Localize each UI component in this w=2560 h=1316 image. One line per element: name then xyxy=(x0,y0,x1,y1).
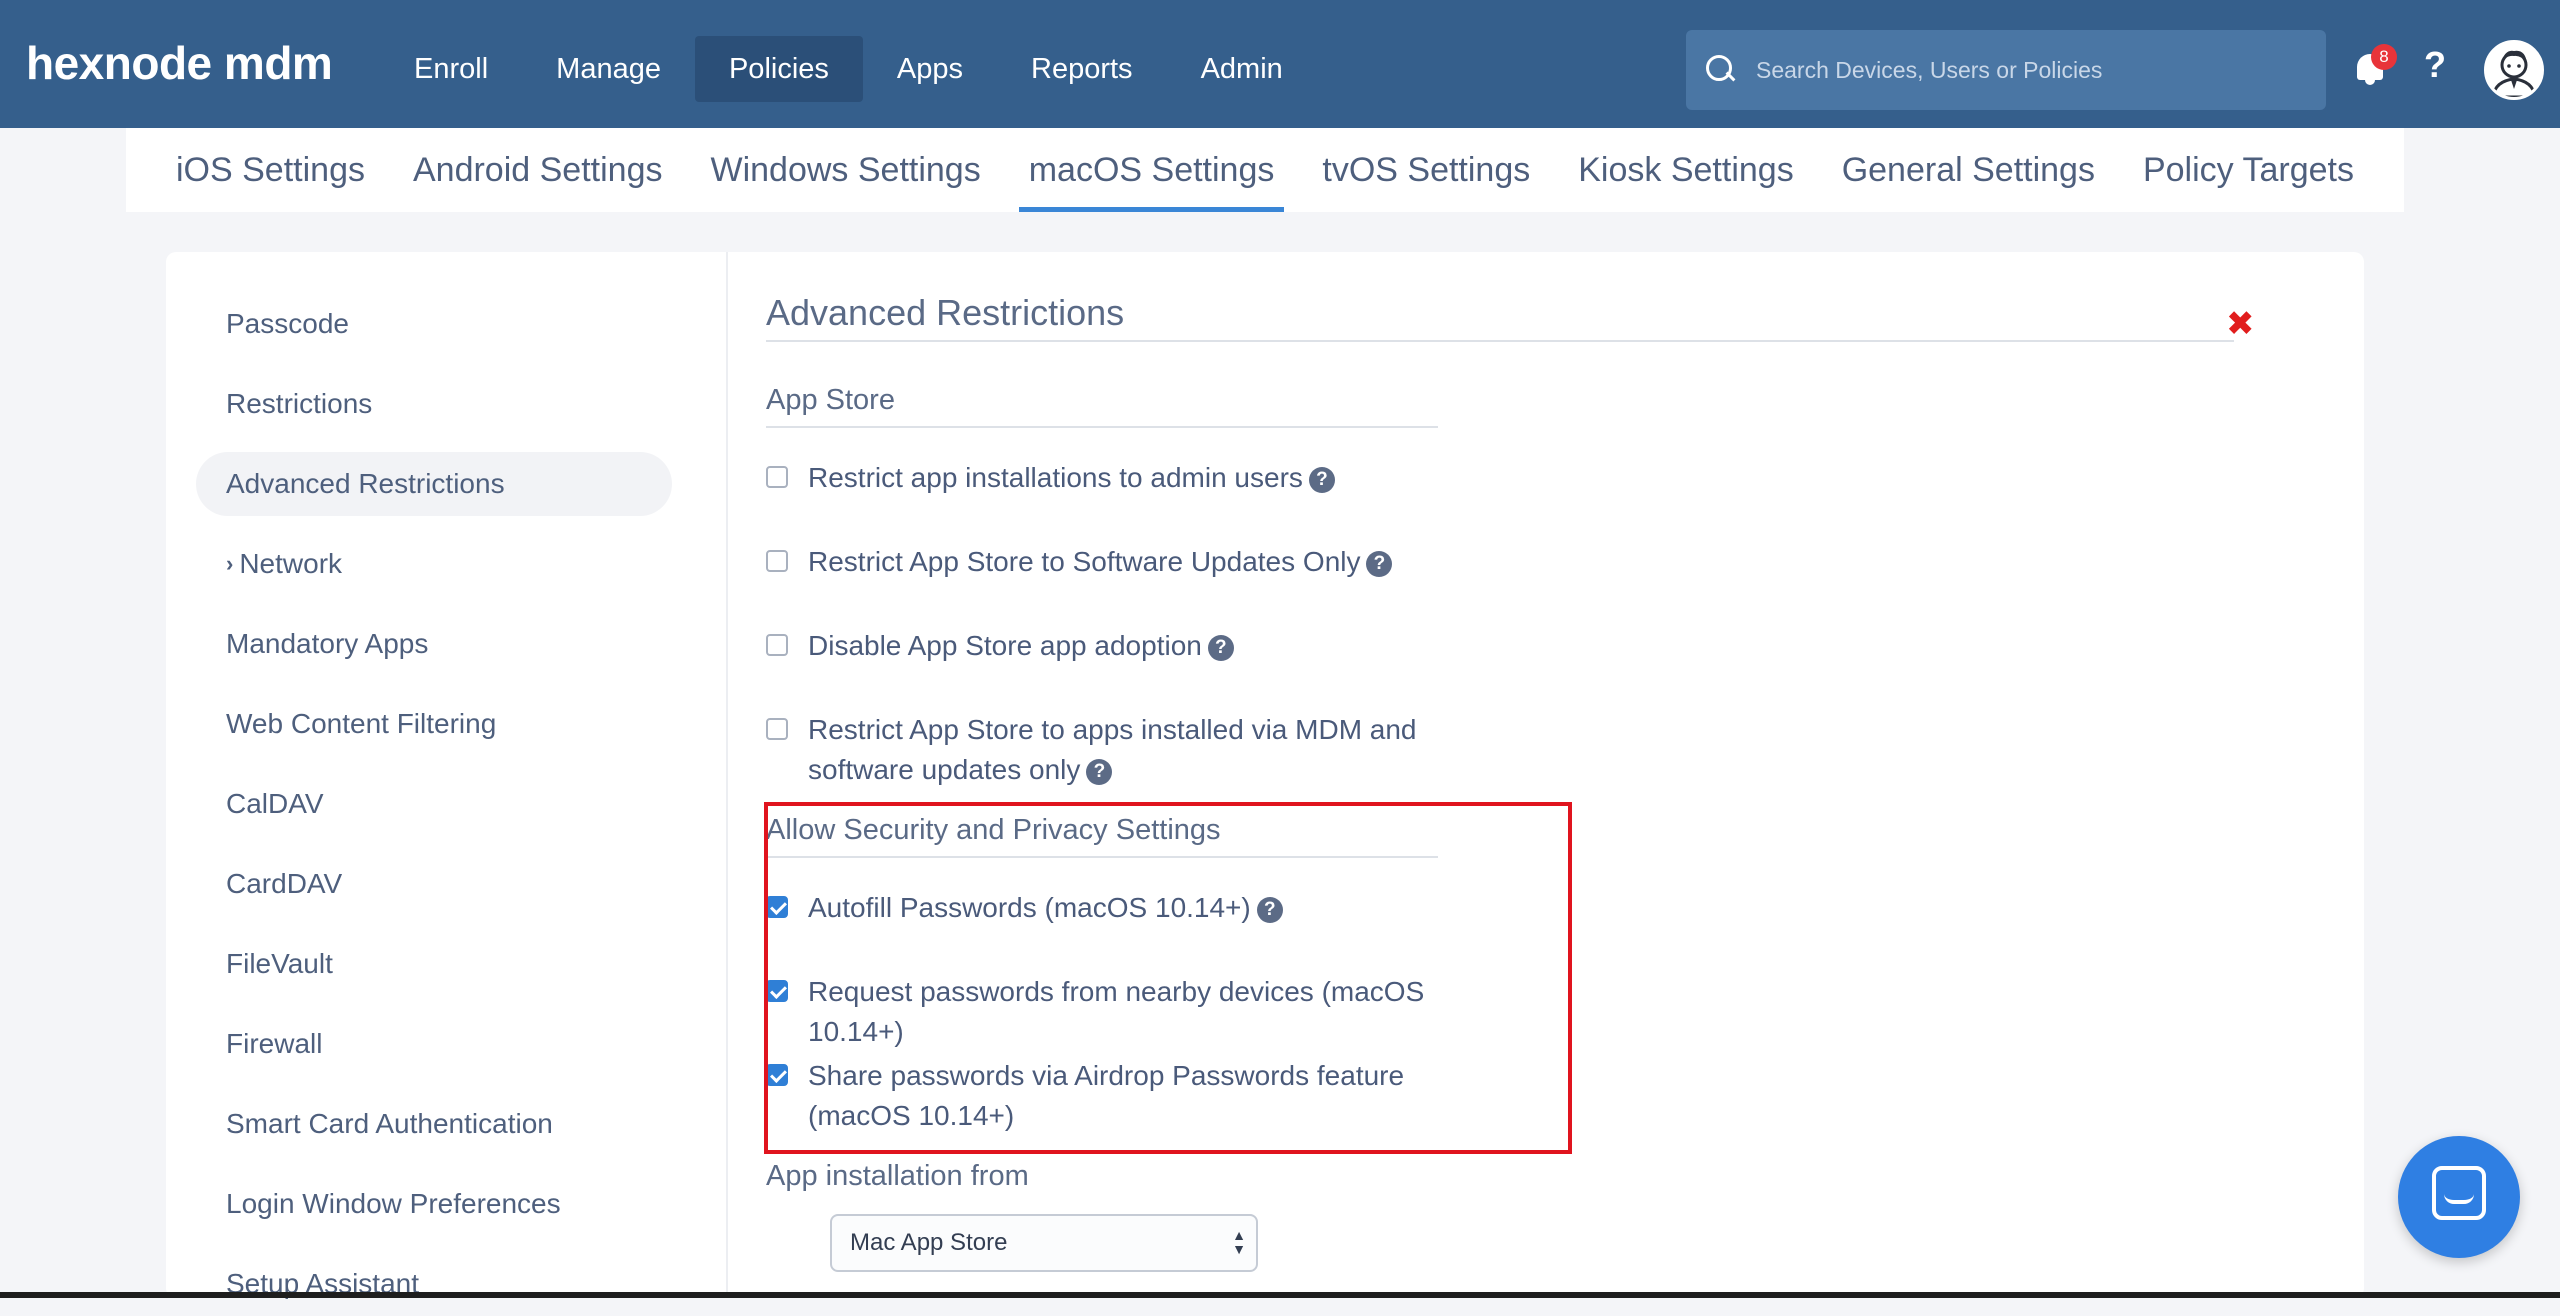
checkbox-restrict-mdm-apps[interactable] xyxy=(766,718,788,740)
policy-sidebar: Passcode Restrictions Advanced Restricti… xyxy=(166,252,728,1299)
notification-badge: 8 xyxy=(2371,44,2397,70)
chat-icon[interactable] xyxy=(2398,1136,2520,1258)
option-label: Restrict App Store to apps installed via… xyxy=(808,710,1486,790)
app-installation-select[interactable]: Mac App Store ▲ ▼ xyxy=(830,1214,1258,1272)
sidebar-item-mandatory-apps[interactable]: Mandatory Apps xyxy=(196,612,672,676)
chat-bubble xyxy=(2432,1166,2486,1220)
section-title-app-installation: App installation from xyxy=(766,1160,1029,1192)
sidebar-item-network-label: Network xyxy=(239,548,343,579)
avatar-icon[interactable] xyxy=(2484,40,2544,100)
highlight-box xyxy=(764,802,1572,1154)
nav-admin[interactable]: Admin xyxy=(1167,36,1317,102)
settings-tabs-panel: iOS Settings Android Settings Windows Se… xyxy=(126,128,2404,212)
section-title-app-store: App Store xyxy=(766,384,1438,428)
sidebar-item-restrictions[interactable]: Restrictions xyxy=(196,372,672,436)
close-icon[interactable]: ✖ xyxy=(2226,304,2255,344)
settings-tabs: iOS Settings Android Settings Windows Se… xyxy=(166,128,2392,212)
option-label: Restrict App Store to Software Updates O… xyxy=(808,542,1393,582)
nav-reports[interactable]: Reports xyxy=(997,36,1167,102)
sidebar-item-filevault[interactable]: FileVault xyxy=(196,932,672,996)
tab-policy-targets[interactable]: Policy Targets xyxy=(2133,128,2364,212)
sidebar-item-advanced-restrictions[interactable]: Advanced Restrictions xyxy=(196,452,672,516)
search-bar xyxy=(1686,30,2326,110)
select-value: Mac App Store xyxy=(850,1229,1008,1256)
option-label-text: Restrict app installations to admin user… xyxy=(808,462,1303,493)
sidebar-item-passcode[interactable]: Passcode xyxy=(196,292,672,356)
window-bottom-edge xyxy=(0,1292,2560,1298)
tab-windows-settings[interactable]: Windows Settings xyxy=(700,128,990,212)
help-circle-icon[interactable]: ? xyxy=(1366,551,1393,577)
option-restrict-mdm-apps: Restrict App Store to apps installed via… xyxy=(766,710,1486,790)
search-icon xyxy=(1704,53,1738,87)
option-restrict-admin-installs: Restrict app installations to admin user… xyxy=(766,458,1526,498)
nav-apps[interactable]: Apps xyxy=(863,36,997,102)
main-nav: Enroll Manage Policies Apps Reports Admi… xyxy=(380,36,1317,102)
option-label-text: Restrict App Store to Software Updates O… xyxy=(808,546,1361,577)
tab-tvos-settings[interactable]: tvOS Settings xyxy=(1312,128,1540,212)
option-label-text: Disable App Store app adoption xyxy=(808,630,1202,661)
sidebar-item-firewall[interactable]: Firewall xyxy=(196,1012,672,1076)
tab-macos-settings[interactable]: macOS Settings xyxy=(1018,128,1285,212)
option-restrict-software-updates-only: Restrict App Store to Software Updates O… xyxy=(766,542,1526,582)
top-navbar: hexnode mdm Enroll Manage Policies Apps … xyxy=(0,0,2560,128)
nav-manage[interactable]: Manage xyxy=(522,36,695,102)
option-disable-app-adoption: Disable App Store app adoption? xyxy=(766,626,1526,666)
checkbox-disable-app-adoption[interactable] xyxy=(766,634,788,656)
sidebar-item-setup-assistant[interactable]: Setup Assistant xyxy=(196,1252,672,1316)
sidebar-item-carddav[interactable]: CardDAV xyxy=(196,852,672,916)
help-circle-icon[interactable]: ? xyxy=(1086,759,1113,785)
help-circle-icon[interactable]: ? xyxy=(1207,635,1234,661)
option-label: Disable App Store app adoption? xyxy=(808,626,1234,666)
question-icon[interactable]: ? xyxy=(2424,44,2446,86)
tab-android-settings[interactable]: Android Settings xyxy=(403,128,673,212)
option-label: Restrict app installations to admin user… xyxy=(808,458,1335,498)
sidebar-item-login-window-preferences[interactable]: Login Window Preferences xyxy=(196,1172,672,1236)
hexnode-logo[interactable]: hexnode mdm xyxy=(26,36,333,90)
sidebar-item-network[interactable]: › Network xyxy=(196,532,672,596)
option-label-text: Restrict App Store to apps installed via… xyxy=(808,714,1417,785)
tab-kiosk-settings[interactable]: Kiosk Settings xyxy=(1568,128,1803,212)
page-title: Advanced Restrictions xyxy=(766,292,2234,342)
avatar-graphic xyxy=(2491,50,2537,97)
search-input[interactable] xyxy=(1754,45,2314,95)
nav-enroll[interactable]: Enroll xyxy=(380,36,522,102)
sidebar-item-smart-card-authentication[interactable]: Smart Card Authentication xyxy=(196,1092,672,1156)
nav-policies[interactable]: Policies xyxy=(694,36,863,102)
tab-general-settings[interactable]: General Settings xyxy=(1832,128,2105,212)
select-arrows-icon: ▲ ▼ xyxy=(1232,1227,1246,1257)
checkbox-restrict-admin-installs[interactable] xyxy=(766,466,788,488)
chevron-right-icon: › xyxy=(226,551,234,576)
sidebar-item-web-content-filtering[interactable]: Web Content Filtering xyxy=(196,692,672,756)
checkbox-restrict-software-updates-only[interactable] xyxy=(766,550,788,572)
sidebar-item-caldav[interactable]: CalDAV xyxy=(196,772,672,836)
tab-ios-settings[interactable]: iOS Settings xyxy=(166,128,375,212)
help-circle-icon[interactable]: ? xyxy=(1308,467,1335,493)
bell-clapper xyxy=(2365,79,2375,85)
